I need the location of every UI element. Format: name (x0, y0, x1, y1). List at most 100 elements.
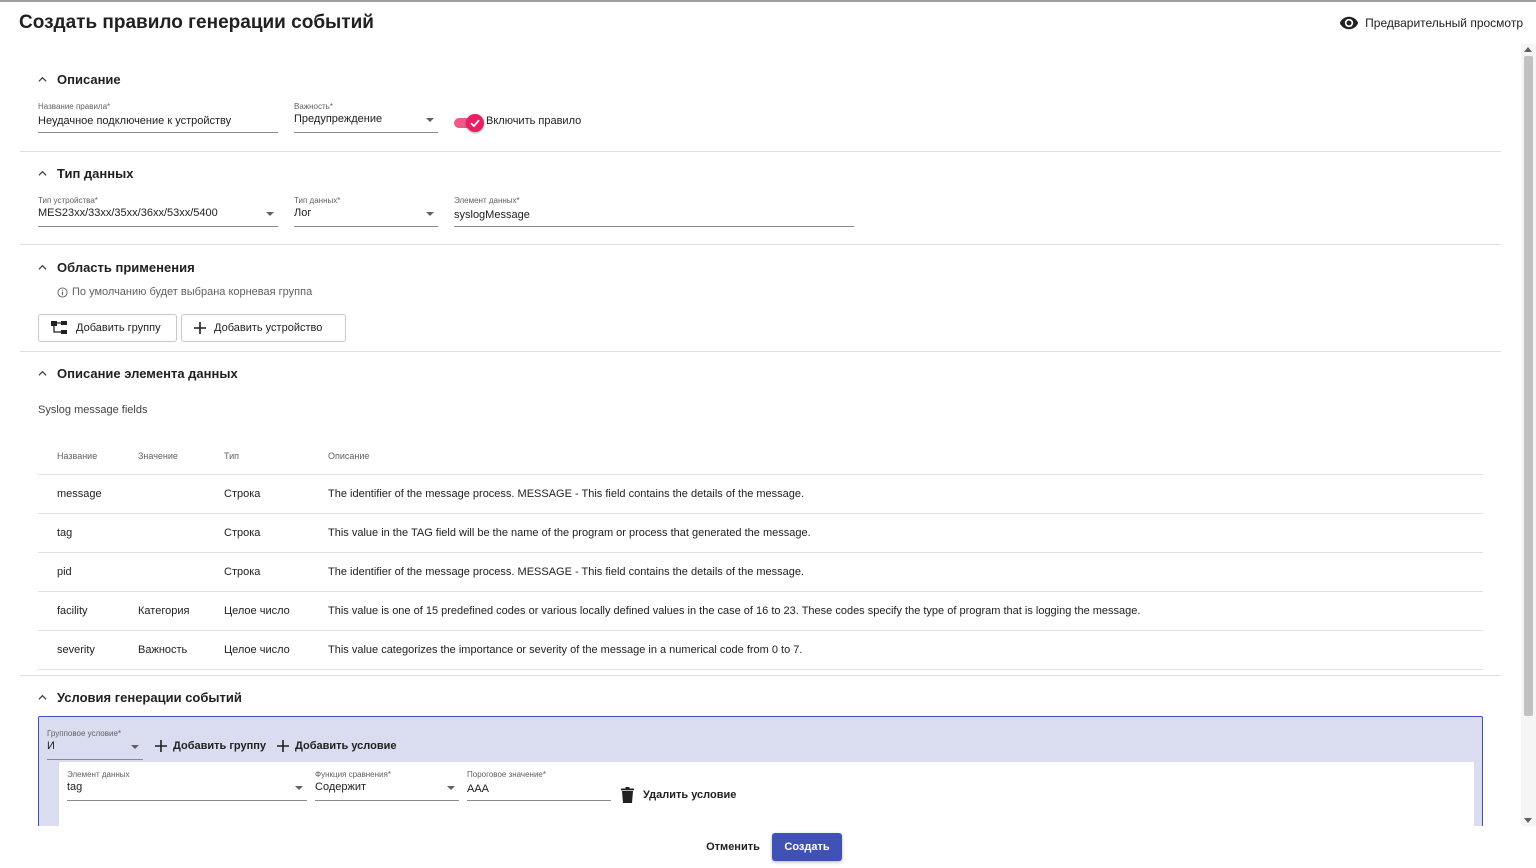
field-label: Функция сравнения* (315, 770, 391, 779)
enable-rule-toggle[interactable] (454, 114, 484, 132)
add-group-button[interactable]: Добавить группу (38, 314, 177, 342)
cell-type: Строка (224, 566, 261, 578)
field-value: Лог (294, 207, 312, 219)
cell-name: severity (57, 644, 95, 656)
field-label: Пороговое значение* (467, 770, 546, 779)
field-value: AAA (467, 783, 490, 795)
dropdown-arrow-icon (426, 212, 434, 216)
button-label: Добавить группу (173, 740, 267, 752)
preview-button[interactable]: Предварительный просмотр (1339, 13, 1523, 33)
section-header-data-type[interactable]: Тип данных (38, 166, 133, 181)
condition-group: Групповое условие* И Добавить группу Доб… (38, 716, 1483, 826)
vertical-scrollbar[interactable] (1521, 44, 1536, 826)
hint-text: По умолчанию будет выбрана корневая груп… (72, 286, 313, 298)
column-header-type: Тип (224, 450, 240, 461)
field-label: Важность* (294, 102, 333, 111)
section-title: Область применения (57, 260, 195, 275)
section-header-element-description[interactable]: Описание элемента данных (38, 366, 238, 381)
cell-name: message (57, 488, 102, 500)
chevron-up-icon (38, 370, 47, 376)
data-element-field[interactable]: Элемент данных* syslogMessage (454, 196, 854, 227)
plus-icon (194, 322, 206, 334)
trash-icon (621, 787, 634, 803)
cell-description: The identifier of the message process. M… (328, 566, 805, 578)
chevron-up-icon (38, 264, 47, 270)
eye-icon (1339, 16, 1359, 30)
chevron-up-icon (38, 694, 47, 700)
element-subtitle: Syslog message fields (38, 404, 148, 416)
create-button[interactable]: Создать (772, 833, 842, 861)
fields-table: Название Значение Тип Описание message С… (38, 437, 1483, 670)
button-label: Добавить условие (295, 740, 397, 752)
dialog-title: Создать правило генерации событий (19, 12, 374, 33)
group-tree-icon (51, 321, 67, 334)
section-title: Условия генерации событий (57, 690, 242, 705)
field-label: Тип данных* (294, 196, 341, 205)
field-value: Неудачное подключение к устройству (38, 115, 232, 127)
field-label: Название правила* (38, 102, 111, 111)
scroll-up-arrow-icon[interactable] (1524, 47, 1532, 52)
column-header-description: Описание (328, 450, 370, 461)
field-value: Содержит (315, 781, 367, 793)
cell-name: tag (57, 527, 73, 539)
info-icon (57, 286, 68, 298)
cell-description: This value in the TAG field will be the … (328, 527, 811, 539)
column-header-name: Название (57, 450, 98, 461)
add-device-button[interactable]: Добавить устройство (181, 314, 346, 342)
section-header-description[interactable]: Описание (38, 72, 121, 87)
table-row: facility Категория Целое число This valu… (38, 592, 1483, 631)
field-label: Тип устройства* (38, 196, 98, 205)
table-row: pid Строка The identifier of the message… (38, 553, 1483, 592)
add-condition-button[interactable]: Добавить условие (277, 740, 397, 752)
threshold-field[interactable]: Пороговое значение* AAA (467, 770, 611, 801)
cell-type: Строка (224, 527, 261, 539)
data-type-select[interactable]: Тип данных* Лог (294, 196, 438, 227)
dropdown-arrow-icon (266, 212, 274, 216)
scrollbar-thumb[interactable] (1524, 56, 1533, 716)
dropdown-arrow-icon (426, 118, 434, 122)
cell-type: Целое число (224, 605, 290, 617)
condition-data-element-select[interactable]: Элемент данных tag (67, 770, 307, 801)
field-value: tag (67, 781, 83, 793)
field-label: Элемент данных (67, 770, 130, 779)
cancel-button[interactable]: Отменить (700, 833, 766, 861)
section-divider (20, 151, 1501, 152)
add-subgroup-button[interactable]: Добавить группу (155, 740, 266, 752)
toggle-knob (466, 114, 484, 132)
group-condition-select[interactable]: Групповое условие* И (47, 729, 143, 760)
button-label: Удалить условие (643, 789, 737, 801)
plus-icon (155, 740, 167, 752)
cell-description: The identifier of the message process. M… (328, 488, 805, 500)
severity-select[interactable]: Важность* Предупреждение (294, 102, 438, 133)
dialog-content[interactable]: Описание Название правила* Неудачное под… (0, 44, 1521, 826)
field-value: MES23xx/33xx/35xx/36xx/53xx/5400 (38, 207, 218, 219)
button-label: Добавить устройство (214, 322, 323, 334)
cell-value: Важность (138, 644, 188, 656)
table-row: severity Важность Целое число This value… (38, 631, 1483, 670)
dropdown-arrow-icon (295, 786, 303, 790)
plus-icon (277, 740, 289, 752)
section-divider (20, 675, 1501, 676)
device-type-select[interactable]: Тип устройства* MES23xx/33xx/35xx/36xx/5… (38, 196, 278, 227)
section-header-conditions[interactable]: Условия генерации событий (38, 690, 242, 705)
cell-name: pid (57, 566, 72, 578)
scope-hint: По умолчанию будет выбрана корневая груп… (57, 286, 312, 298)
cell-type: Целое число (224, 644, 290, 656)
rule-name-field[interactable]: Название правила* Неудачное подключение … (38, 102, 278, 133)
section-header-scope[interactable]: Область применения (38, 260, 195, 275)
dropdown-arrow-icon (447, 786, 455, 790)
cell-value: Категория (138, 605, 190, 617)
cell-name: facility (57, 605, 88, 617)
dialog-footer: Отменить Создать (0, 826, 1536, 868)
chevron-up-icon (38, 76, 47, 82)
table-row: tag Строка This value in the TAG field w… (38, 514, 1483, 553)
section-title: Описание (57, 72, 121, 87)
field-label: Групповое условие* (47, 729, 122, 738)
field-value: syslogMessage (454, 209, 530, 221)
compare-function-select[interactable]: Функция сравнения* Содержит (315, 770, 459, 801)
check-icon (470, 119, 480, 128)
window-top-border (0, 0, 1536, 2)
scroll-down-arrow-icon[interactable] (1524, 818, 1532, 823)
delete-condition-button[interactable]: Удалить условие (621, 787, 736, 803)
preview-label: Предварительный просмотр (1365, 16, 1523, 30)
